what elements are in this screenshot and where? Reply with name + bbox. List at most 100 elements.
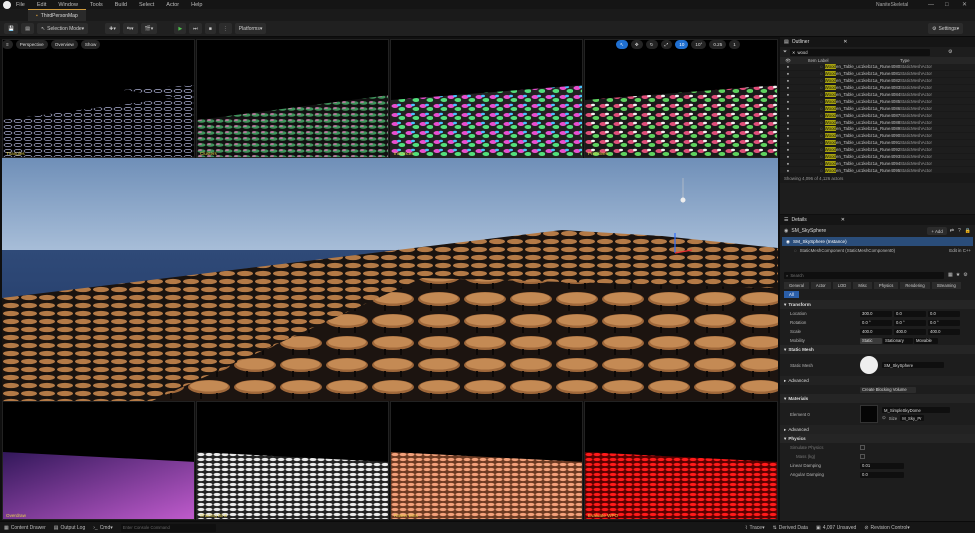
outliner-close-icon[interactable]: ✕	[843, 39, 847, 45]
actor-name[interactable]: SM_SkySphere	[791, 228, 826, 234]
unsaved-button[interactable]: ▣ 4,097 Unsaved	[816, 525, 856, 531]
category-tab-lod[interactable]: LOD	[832, 282, 852, 289]
mobility-movable[interactable]: Movable	[914, 337, 938, 344]
play-options-icon[interactable]: ⋮	[218, 23, 232, 34]
location-x[interactable]: 300.0	[860, 310, 892, 317]
outliner-row[interactable]: ● ◌ Wooden_Table_uc1kebz1a_Rune4086 StaticM…	[780, 105, 975, 113]
outliner-row[interactable]: ● ◌ Wooden_Table_uc1kebz1a_Rune4088 StaticM…	[780, 119, 975, 127]
add-component-button[interactable]: + Add	[927, 227, 947, 235]
menu-help[interactable]: Help	[191, 2, 202, 8]
material-thumbnail[interactable]	[860, 405, 878, 423]
lock-icon[interactable]: 🔒	[965, 228, 971, 234]
visibility-eye-icon[interactable]: ●	[780, 120, 796, 125]
save-icon[interactable]: 💾	[4, 23, 19, 34]
outliner-row[interactable]: ● ◌ Wooden_Table_uc1kebz1a_Rune4085 StaticM…	[780, 98, 975, 106]
section-materials[interactable]: ▾ Materials	[780, 394, 975, 403]
menu-edit[interactable]: Edit	[37, 2, 46, 8]
outliner-row[interactable]: ● ◌ Wooden_Table_uc1kebz1a_Rune4090 StaticM…	[780, 133, 975, 140]
mobility-stationary[interactable]: Stationary	[883, 337, 913, 344]
filter-icon[interactable]: ⏷	[783, 49, 787, 55]
menu-build[interactable]: Build	[115, 2, 127, 8]
scale-y[interactable]: 400.0	[894, 328, 926, 335]
rotation-z[interactable]: 0.0 °	[928, 319, 960, 326]
content-drawer-button[interactable]: ▦ Content Drawer	[4, 525, 46, 531]
console-command-input[interactable]: Enter Console Command	[120, 523, 216, 532]
outliner-row[interactable]: ● ◌ Wooden_Table_uc1kebz1a_Rune4091 StaticM…	[780, 140, 975, 147]
visibility-column-icon[interactable]: 👁	[780, 58, 796, 64]
overview-button[interactable]: Overview	[50, 40, 78, 49]
outliner-row[interactable]: ● ◌ Wooden_Table_uc1kebz1a_Rune4093 StaticM…	[780, 154, 975, 161]
rotation-x[interactable]: 0.0 °	[860, 319, 892, 326]
grid-snap-icon[interactable]: 10	[675, 40, 689, 49]
thumbnail-shading-bins[interactable]: Shading Bins	[196, 401, 389, 520]
visibility-eye-icon[interactable]: ●	[780, 161, 796, 166]
category-tab-rendering[interactable]: Rendering	[900, 282, 930, 289]
rotation-label[interactable]: Rotation	[790, 320, 860, 325]
rotation-y[interactable]: 0.0 °	[894, 319, 926, 326]
outliner-row[interactable]: ● ◌ Wooden_Table_uc1kebz1a_Rune4089 StaticM…	[780, 126, 975, 133]
category-tab-streaming[interactable]: Streaming	[931, 282, 961, 289]
linear-damping-input[interactable]: 0.01	[860, 462, 904, 469]
category-tab-physics[interactable]: Physics	[873, 282, 899, 289]
menu-select[interactable]: Select	[139, 2, 154, 8]
outliner-search-input[interactable]: ✕ wood	[790, 48, 931, 56]
browse-icon[interactable]: ▤	[21, 23, 34, 34]
section-physics[interactable]: ▾ Physics	[780, 434, 975, 443]
settings-button[interactable]: ⚙ Settings ▾	[928, 23, 964, 34]
selection-mode-button[interactable]: ↖ Selection Mode ▾	[36, 23, 89, 34]
thumbnail-clusters[interactable]: Clusters	[196, 39, 389, 158]
visibility-eye-icon[interactable]: ●	[780, 99, 796, 104]
main-viewport[interactable]	[2, 158, 778, 401]
section-static-mesh[interactable]: ▾ Static Mesh	[780, 345, 975, 354]
cmd-dropdown[interactable]: ›_ Cmd ▾	[93, 525, 113, 531]
outliner-row[interactable]: ● ◌ Wooden_Table_uc1kebz1a_Rune4080 StaticM…	[780, 64, 975, 71]
unreal-logo-icon[interactable]	[3, 0, 11, 9]
material-short[interactable]: M_Sky_Pr	[900, 415, 925, 421]
rotation-snap-icon[interactable]: 10°	[691, 40, 707, 49]
help-icon[interactable]: ?	[958, 228, 961, 234]
component-row[interactable]: ◌ StaticMeshComponent (StaticMeshComponen…	[780, 246, 975, 255]
perspective-button[interactable]: Perspective	[15, 40, 48, 49]
edit-in-cpp-link[interactable]: Edit in C++	[949, 248, 971, 253]
location-z[interactable]: 0.0	[928, 310, 960, 317]
visibility-eye-icon[interactable]: ●	[780, 168, 796, 173]
outliner-row[interactable]: ● ◌ Wooden_Table_uc1kebz1a_Rune4083 StaticM…	[780, 85, 975, 92]
star-icon[interactable]: ★	[956, 272, 960, 278]
scale-z[interactable]: 400.0	[928, 328, 960, 335]
outliner-row[interactable]: ● ◌ Wooden_Table_uc1kebz1a_Rune4081 StaticM…	[780, 71, 975, 78]
blueprint-icon[interactable]: ⇄	[950, 228, 954, 234]
add-content-icon[interactable]: ✚▾	[105, 23, 120, 34]
trace-button[interactable]: ⌇ Trace ▾	[745, 525, 765, 531]
section-transform[interactable]: ▾ Transform	[780, 300, 975, 309]
scale-label[interactable]: Scale	[790, 329, 860, 334]
revision-control-button[interactable]: ⊘ Revision Control ▾	[864, 525, 909, 531]
scale-tool-icon[interactable]: ⤢	[660, 40, 673, 49]
angular-damping-input[interactable]: 0.0	[860, 471, 904, 478]
material-picker[interactable]: M_SimpleSkyDome	[882, 407, 950, 413]
outliner-row[interactable]: ● ◌ Wooden_Table_uc1kebz1a_Rune4092 StaticM…	[780, 147, 975, 154]
category-tab-actor[interactable]: Actor	[810, 282, 831, 289]
step-icon[interactable]: ⏭	[189, 23, 202, 34]
cinematics-icon[interactable]: 🎬▾	[140, 23, 158, 34]
platforms-button[interactable]: Platforms ▾	[234, 23, 267, 34]
viewport-menu-icon[interactable]: ≡	[2, 40, 13, 49]
visibility-eye-icon[interactable]: ●	[780, 154, 796, 159]
outliner-row[interactable]: ● ◌ Wooden_Table_uc1kebz1a_Rune4087 StaticM…	[780, 112, 975, 120]
outliner-row[interactable]: ● ◌ Wooden_Table_uc1kebz1a_Rune4084 StaticM…	[780, 92, 975, 99]
rotate-tool-icon[interactable]: ↻	[645, 40, 658, 49]
select-tool-icon[interactable]: ↖	[616, 40, 628, 49]
grid-view-icon[interactable]: ▦	[948, 272, 953, 278]
location-label[interactable]: Location	[790, 311, 860, 316]
simulate-physics-checkbox[interactable]	[860, 445, 865, 450]
category-tab-general[interactable]: General	[784, 282, 809, 289]
section-materials-advanced[interactable]: ▸ Advanced	[780, 425, 975, 434]
visibility-eye-icon[interactable]: ●	[780, 71, 796, 76]
derived-data-button[interactable]: ⇅ Derived Data	[773, 525, 808, 531]
menu-window[interactable]: Window	[58, 2, 78, 8]
category-tab-misc[interactable]: Misc	[853, 282, 872, 289]
mesh-thumbnail[interactable]	[860, 356, 878, 374]
instance-row[interactable]: ◉ SM_SkySphere (Instance)	[782, 237, 973, 246]
category-tab-all[interactable]: All	[784, 291, 799, 298]
mass-checkbox[interactable]	[860, 454, 865, 459]
outliner-row[interactable]: ● ◌ Wooden_Table_uc1kebz1a_Rune4094 StaticM…	[780, 160, 975, 168]
